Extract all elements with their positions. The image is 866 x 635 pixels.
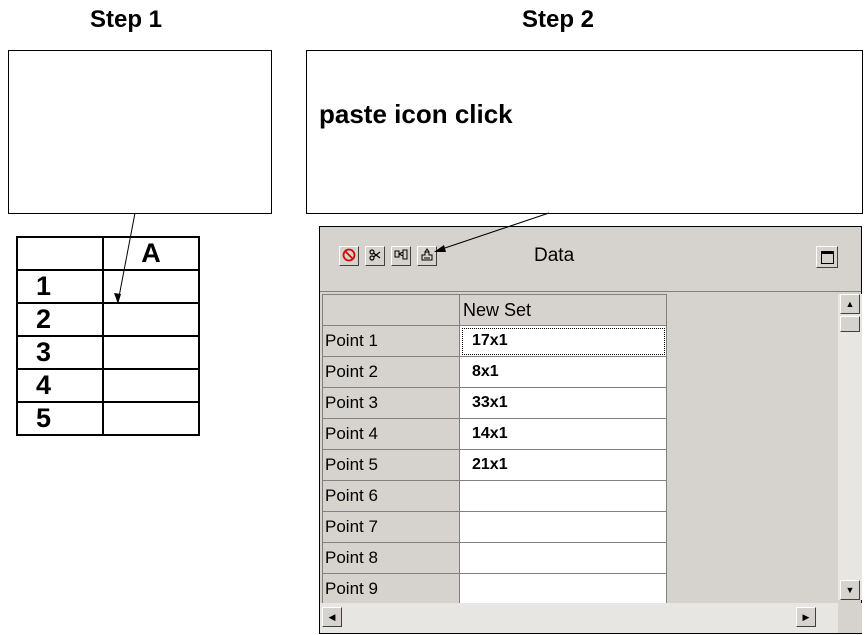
size-grip[interactable] bbox=[838, 603, 862, 633]
step1-row: 2 bbox=[16, 302, 200, 337]
step1-row: 1 bbox=[16, 269, 200, 304]
point-label[interactable]: Point 6 bbox=[322, 480, 460, 512]
point-label[interactable]: Point 9 bbox=[322, 573, 460, 605]
step1-cell[interactable] bbox=[102, 335, 200, 370]
triangle-right-icon: ▶ bbox=[802, 611, 810, 622]
scroll-thumb[interactable] bbox=[840, 316, 860, 332]
step1-row: 4 bbox=[16, 368, 200, 403]
copy-icon bbox=[394, 248, 408, 265]
window-title: Data bbox=[534, 245, 575, 266]
point-label[interactable]: Point 8 bbox=[322, 542, 460, 574]
table-row: Point 3 33x1 bbox=[322, 387, 667, 419]
data-grid: New Set Point 1 17x1 Point 2 8x1 Point 3… bbox=[322, 294, 667, 605]
maximize-button[interactable] bbox=[816, 246, 838, 268]
step1-box bbox=[8, 50, 272, 214]
step1-row-header[interactable]: 5 bbox=[16, 401, 104, 436]
data-grid-header-row: New Set bbox=[322, 294, 667, 326]
table-row: Point 8 bbox=[322, 542, 667, 574]
point-value-cell[interactable]: 17x1 bbox=[459, 325, 667, 357]
step1-cell[interactable] bbox=[102, 269, 200, 304]
cut-button[interactable] bbox=[365, 246, 385, 266]
point-value-cell[interactable]: 8x1 bbox=[459, 356, 667, 388]
table-row: Point 1 17x1 bbox=[322, 325, 667, 357]
point-value-cell[interactable]: 21x1 bbox=[459, 449, 667, 481]
copy-button[interactable] bbox=[391, 246, 411, 266]
step2-instruction: paste icon click bbox=[319, 99, 513, 129]
step2-title: Step 2 bbox=[522, 6, 595, 33]
step1-row: 3 bbox=[16, 335, 200, 370]
point-label[interactable]: Point 3 bbox=[322, 387, 460, 419]
step1-row: 5 bbox=[16, 401, 200, 436]
triangle-up-icon: ▲ bbox=[845, 299, 855, 309]
table-row: Point 9 bbox=[322, 573, 667, 605]
table-row: Point 7 bbox=[322, 511, 667, 543]
table-row: Point 4 14x1 bbox=[322, 418, 667, 450]
point-label[interactable]: Point 4 bbox=[322, 418, 460, 450]
step1-header-row: A bbox=[16, 236, 200, 271]
data-window-titlebar: Data bbox=[320, 227, 861, 292]
maximize-icon bbox=[820, 250, 834, 264]
point-value-cell[interactable]: 33x1 bbox=[459, 387, 667, 419]
table-row: Point 2 8x1 bbox=[322, 356, 667, 388]
scroll-down-button[interactable]: ▼ bbox=[840, 580, 860, 600]
step1-row-header[interactable]: 3 bbox=[16, 335, 104, 370]
point-value-cell[interactable] bbox=[459, 480, 667, 512]
point-value-cell[interactable] bbox=[459, 511, 667, 543]
stop-button[interactable] bbox=[339, 246, 359, 266]
point-label[interactable]: Point 1 bbox=[322, 325, 460, 357]
point-value-cell[interactable]: 14x1 bbox=[459, 418, 667, 450]
point-value-cell[interactable] bbox=[459, 542, 667, 574]
step1-column-header[interactable]: A bbox=[102, 236, 200, 271]
triangle-left-icon: ◀ bbox=[328, 611, 336, 622]
paste-icon bbox=[420, 247, 434, 265]
scroll-up-button[interactable]: ▲ bbox=[840, 294, 860, 314]
data-grid-corner bbox=[322, 294, 460, 326]
scroll-right-button[interactable]: ▶ bbox=[796, 607, 816, 627]
point-value-cell[interactable] bbox=[459, 573, 667, 605]
step1-cell[interactable] bbox=[102, 401, 200, 436]
horizontal-scrollbar[interactable]: ◀ ▶ bbox=[320, 603, 838, 633]
step1-spreadsheet: A 1 2 3 4 5 bbox=[16, 236, 200, 436]
step1-cell[interactable] bbox=[102, 302, 200, 337]
step1-corner-cell bbox=[16, 236, 104, 271]
step1-title: Step 1 bbox=[90, 6, 163, 33]
cut-icon bbox=[368, 248, 382, 265]
vertical-scrollbar[interactable]: ▲ ▼ bbox=[838, 294, 862, 600]
data-window: Data New Set Point 1 17x1 Point 2 8x1 Po… bbox=[319, 226, 862, 634]
step1-row-header[interactable]: 1 bbox=[16, 269, 104, 304]
point-label[interactable]: Point 7 bbox=[322, 511, 460, 543]
step2-box bbox=[306, 50, 863, 214]
step1-row-header[interactable]: 2 bbox=[16, 302, 104, 337]
triangle-down-icon: ▼ bbox=[845, 585, 855, 595]
scroll-left-button[interactable]: ◀ bbox=[322, 607, 342, 627]
column-header-new-set[interactable]: New Set bbox=[459, 294, 667, 326]
table-row: Point 5 21x1 bbox=[322, 449, 667, 481]
stop-icon bbox=[342, 248, 356, 265]
step1-cell[interactable] bbox=[102, 368, 200, 403]
point-label[interactable]: Point 5 bbox=[322, 449, 460, 481]
paste-button[interactable] bbox=[417, 246, 437, 266]
point-label[interactable]: Point 2 bbox=[322, 356, 460, 388]
step1-row-header[interactable]: 4 bbox=[16, 368, 104, 403]
table-row: Point 6 bbox=[322, 480, 667, 512]
